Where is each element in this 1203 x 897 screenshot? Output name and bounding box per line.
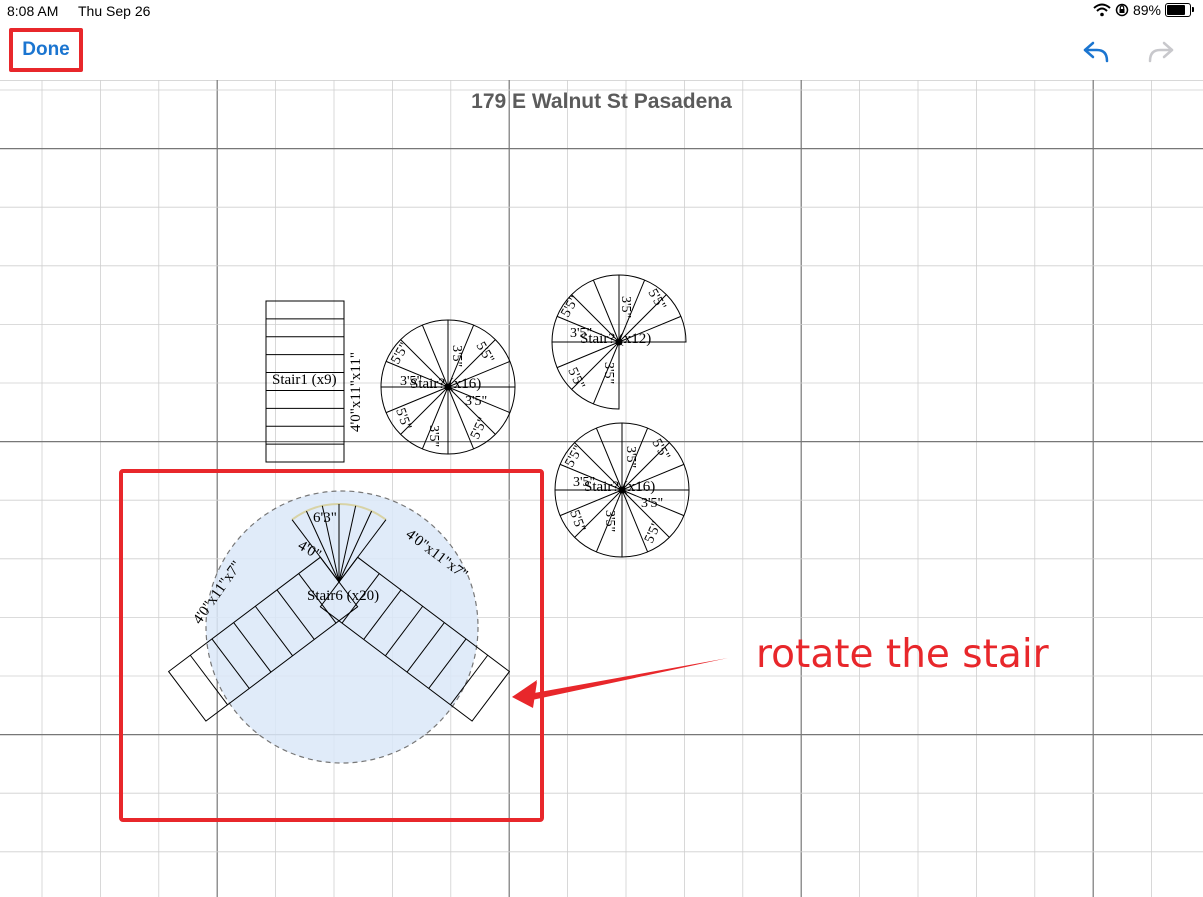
spiral-stair-a[interactable]: 3'5" Stair? (x16) 3'5" 5'5" 5'5" 5'5" 5'… <box>380 319 516 455</box>
status-right: 89% <box>1093 2 1194 18</box>
stair1-label: Stair1 (x9) <box>272 372 337 388</box>
spiral-a-side-2: 5'5" <box>473 340 497 367</box>
stair6-label: Stair6 (x20) <box>307 588 379 604</box>
spiral-b-side-1: 5'5" <box>558 293 582 320</box>
stair6-selected[interactable]: 6'3" 4'0" Stair6 (x20) 4'0"x11"x7" 4'0"x… <box>167 490 511 764</box>
spiral-c-side-6: 3'5" <box>602 510 617 532</box>
plan-title: 179 E Walnut St Pasadena <box>471 90 732 113</box>
orientation-lock-icon <box>1115 3 1129 17</box>
spiral-stair-c[interactable]: 3'5" Stair? (x16) 3'5" 5'5" 5'5" 5'5" 5'… <box>554 422 690 558</box>
floor-plan-canvas[interactable]: Stair1 (x9) 4'0"x11"x11" 3'5" Stair? (x1… <box>0 80 1203 897</box>
stair6-landing-width: 6'3" <box>313 510 337 526</box>
spiral-c-side-4: 5'5" <box>642 519 665 546</box>
battery-level <box>1167 5 1185 15</box>
spiral-a-label: Stair? (x16) <box>410 376 481 392</box>
spiral-c-side-5: 3'5" <box>623 446 638 468</box>
spiral-c-radius: 3'5" <box>641 496 663 511</box>
battery-icon <box>1165 3 1194 17</box>
spiral-a-side-4: 5'5" <box>468 415 491 442</box>
spiral-stair-b[interactable]: 3'5" Stair? (x12) 5'5" 5'5" 5'5" 3'5" 3'… <box>551 274 687 410</box>
spiral-b-side-4: 3'5" <box>618 296 633 318</box>
status-time: 8:08 AM <box>7 3 59 19</box>
annotation-arrow-icon <box>512 658 728 708</box>
spiral-a-side-5: 3'5" <box>426 425 441 447</box>
spiral-b-side-2: 5'5" <box>645 287 669 314</box>
selection-rotate-handle[interactable] <box>205 490 479 764</box>
done-button[interactable]: Done <box>9 28 83 72</box>
stair1-size: 4'0"x11"x11" <box>348 352 364 432</box>
redo-arrow-icon[interactable] <box>1145 36 1177 68</box>
spiral-b-label: Stair? (x12) <box>580 331 651 347</box>
battery-percent: 89% <box>1132 2 1161 18</box>
annotation-text: rotate the stair <box>756 632 1049 677</box>
spiral-c-side-3: 5'5" <box>566 508 588 534</box>
spiral-c-label: Stair? (x16) <box>584 479 655 495</box>
status-date: Thu Sep 26 <box>78 3 151 19</box>
status-bar: 8:08 AM Thu Sep 26 89% <box>0 0 1203 22</box>
spiral-b-side-5: 3'5" <box>601 362 616 384</box>
battery-nub <box>1192 7 1194 12</box>
undo-arrow-icon[interactable] <box>1080 36 1112 68</box>
spiral-a-side-6: 3'5" <box>449 345 464 367</box>
stair1-straight[interactable]: Stair1 (x9) 4'0"x11"x11" <box>265 300 364 463</box>
spiral-a-radius: 3'5" <box>465 394 487 409</box>
nav-bar: Done <box>0 22 1203 81</box>
spiral-c-side-1: 5'5" <box>562 443 586 470</box>
wifi-icon <box>1093 3 1111 17</box>
